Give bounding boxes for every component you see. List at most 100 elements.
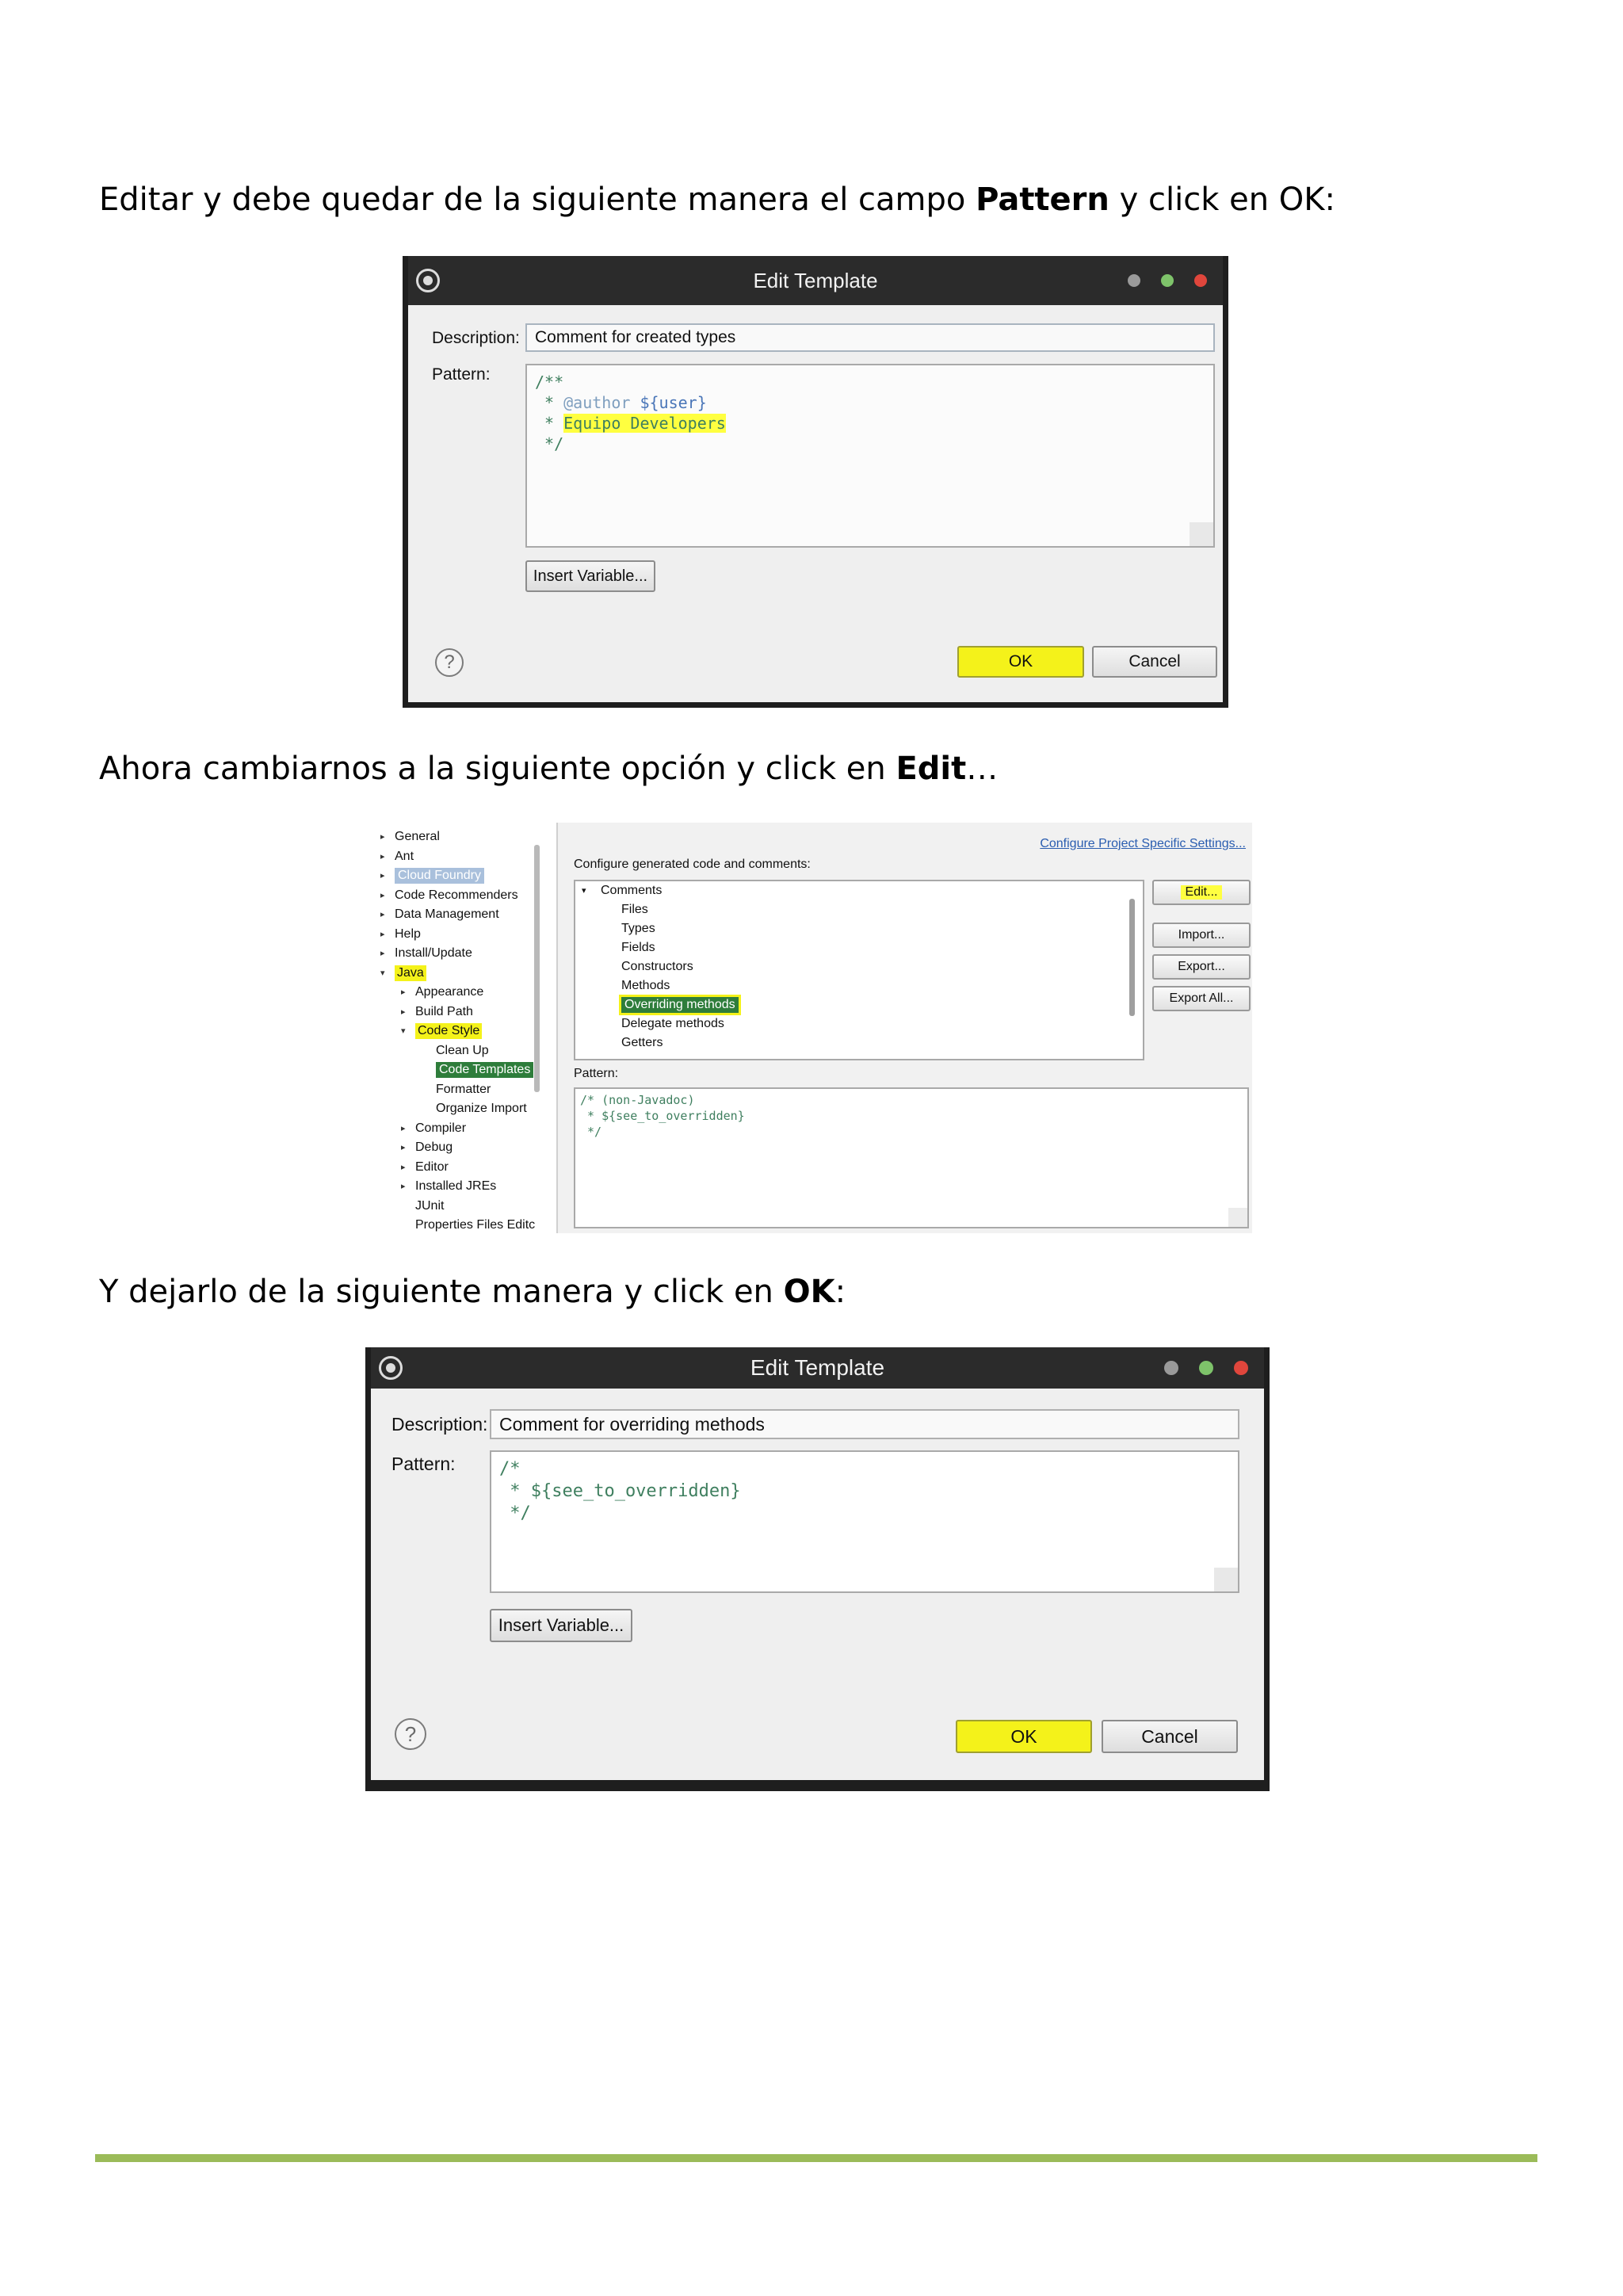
insert-variable-button[interactable]: Insert Variable... [525, 560, 655, 592]
tree-scrollbar[interactable] [534, 845, 540, 1092]
tree-expand-icon[interactable]: ▾ [401, 1026, 406, 1036]
tree-item[interactable]: Build Path [415, 1004, 473, 1020]
list-item[interactable]: Constructors [621, 959, 693, 975]
pattern-preview: /* (non-Javadoc) * ${see_to_overridden} … [574, 1087, 1249, 1228]
tree-expand-icon[interactable]: ▸ [380, 909, 385, 919]
configure-label: Configure generated code and comments: [574, 858, 811, 871]
tree-item[interactable]: Code Style [415, 1023, 483, 1039]
help-icon[interactable]: ? [395, 1718, 426, 1750]
list-item[interactable]: Files [621, 902, 648, 918]
preferences-tree: ▸ General ▸ Ant ▸ Cloud Foundry ▸ Code Recommen… [379, 823, 555, 1233]
pattern-textarea[interactable]: /* * ${see_to_overridden} */ [490, 1450, 1239, 1593]
maximize-icon[interactable] [1199, 1361, 1213, 1375]
tree-expand-icon[interactable]: ▸ [380, 851, 385, 861]
edit-button[interactable]: Edit... [1152, 880, 1251, 905]
tree-item[interactable]: Code Templates [436, 1062, 534, 1078]
tree-expand-icon[interactable]: ▸ [380, 948, 385, 958]
tree-item[interactable]: Ant [395, 849, 414, 865]
close-icon[interactable] [1194, 274, 1207, 287]
list-scrollbar[interactable] [1129, 899, 1135, 1016]
edit-template-dialog-overriding-methods: Edit Template Description: Comment for o… [365, 1347, 1270, 1791]
tree-expand-icon[interactable]: ▸ [380, 890, 385, 900]
minimize-icon[interactable] [1128, 274, 1140, 287]
pattern-label: Pattern: [574, 1067, 619, 1080]
tree-expand-icon[interactable]: ▸ [401, 1123, 406, 1133]
tree-item[interactable]: Help [395, 926, 421, 942]
tree-item[interactable]: Editor [415, 1159, 449, 1175]
configure-project-specific-link[interactable]: Configure Project Specific Settings... [1040, 837, 1246, 851]
list-item[interactable]: Overriding methods [621, 997, 739, 1013]
list-item[interactable]: Methods [621, 978, 670, 994]
dialog-title: Edit Template [750, 1355, 885, 1380]
tree-item[interactable]: Organize Import [436, 1101, 527, 1117]
tree-item[interactable]: Properties Files Editc [415, 1217, 535, 1233]
description-label: Description: [391, 1414, 488, 1435]
edit-template-dialog-created-types: Edit Template Description: Comment for c… [403, 256, 1228, 708]
tree-item[interactable]: General [395, 829, 440, 845]
cancel-button[interactable]: Cancel [1092, 646, 1217, 678]
tree-expand-icon[interactable]: ▸ [380, 929, 385, 939]
list-item[interactable]: Getters [621, 1035, 663, 1051]
resize-corner [1228, 1208, 1247, 1227]
tree-expand-icon[interactable]: ▾ [380, 968, 385, 978]
description-field[interactable]: Comment for created types [525, 323, 1215, 352]
ok-bold: OK [783, 1274, 835, 1310]
ok-button[interactable]: OK [956, 1720, 1092, 1753]
close-icon[interactable] [1234, 1361, 1248, 1375]
tree-expand-icon[interactable]: ▸ [401, 987, 406, 997]
insert-variable-button[interactable]: Insert Variable... [490, 1609, 632, 1642]
tree-item[interactable]: Java [395, 965, 426, 981]
highlighted-text: Equipo Developers [563, 414, 726, 433]
list-item[interactable]: Fields [621, 940, 655, 956]
cancel-button[interactable]: Cancel [1102, 1720, 1238, 1753]
tree-expand-icon[interactable]: ▸ [380, 870, 385, 881]
tree-item[interactable]: Installed JREs [415, 1179, 496, 1194]
pattern-label: Pattern: [432, 365, 491, 384]
import-button[interactable]: Import... [1152, 923, 1251, 948]
tree-item[interactable]: Code Recommenders [395, 888, 518, 904]
dialog-titlebar: Edit Template [371, 1347, 1264, 1389]
minimize-icon[interactable] [1164, 1361, 1178, 1375]
window-controls [1128, 274, 1207, 287]
export-all-button[interactable]: Export All... [1152, 986, 1251, 1011]
list-item[interactable]: Delegate methods [621, 1016, 724, 1032]
tree-item[interactable]: Cloud Foundry [395, 868, 484, 884]
footer-rule [95, 2154, 1537, 2162]
maximize-icon[interactable] [1161, 274, 1174, 287]
pattern-textarea[interactable]: /** * @author ${user} * Equipo Developer… [525, 364, 1215, 548]
app-icon [379, 1356, 403, 1380]
tree-expand-icon[interactable]: ▸ [401, 1142, 406, 1152]
tree-item[interactable]: Install/Update [395, 946, 472, 961]
dialog-titlebar: Edit Template [408, 256, 1223, 305]
description-field[interactable]: Comment for overriding methods [490, 1409, 1239, 1439]
tree-item[interactable]: Appearance [415, 984, 483, 1000]
list-item[interactable]: Comments [601, 883, 662, 899]
tree-item[interactable]: Data Management [395, 907, 499, 923]
instruction-paragraph-2: Ahora cambiarnos a la siguiente opción y… [99, 751, 999, 787]
tree-item[interactable]: Clean Up [436, 1043, 489, 1059]
tree-expand-icon[interactable]: ▸ [401, 1162, 406, 1172]
export-button[interactable]: Export... [1152, 954, 1251, 980]
pattern-bold: Pattern [976, 181, 1109, 218]
tree-item[interactable]: Formatter [436, 1082, 491, 1098]
tree-expand-icon[interactable]: ▸ [380, 831, 385, 842]
tree-item[interactable]: Debug [415, 1140, 453, 1156]
list-expand-icon[interactable]: ▾ [582, 883, 586, 899]
resize-corner [1214, 1568, 1238, 1591]
ok-button[interactable]: OK [957, 646, 1084, 678]
help-icon[interactable]: ? [435, 648, 464, 677]
tree-expand-icon[interactable]: ▸ [401, 1181, 406, 1191]
app-icon [416, 269, 440, 292]
templates-list: ▾ Comments Files Types Fields Constructors Met… [574, 880, 1144, 1060]
list-item[interactable]: Types [621, 921, 655, 937]
window-controls [1164, 1361, 1248, 1375]
tree-item[interactable]: JUnit [415, 1198, 444, 1214]
tree-expand-icon[interactable]: ▸ [401, 1007, 406, 1017]
pattern-label: Pattern: [391, 1454, 456, 1474]
instruction-paragraph-3: Y dejarlo de la siguiente manera y click… [99, 1274, 846, 1310]
preferences-screenshot: ▸ General ▸ Ant ▸ Cloud Foundry ▸ Code Recommen… [379, 823, 1252, 1233]
tree-item[interactable]: Compiler [415, 1121, 466, 1137]
description-label: Description: [432, 329, 520, 347]
instruction-paragraph-1: Editar y debe quedar de la siguiente man… [99, 181, 1335, 218]
resize-corner [1190, 522, 1213, 546]
